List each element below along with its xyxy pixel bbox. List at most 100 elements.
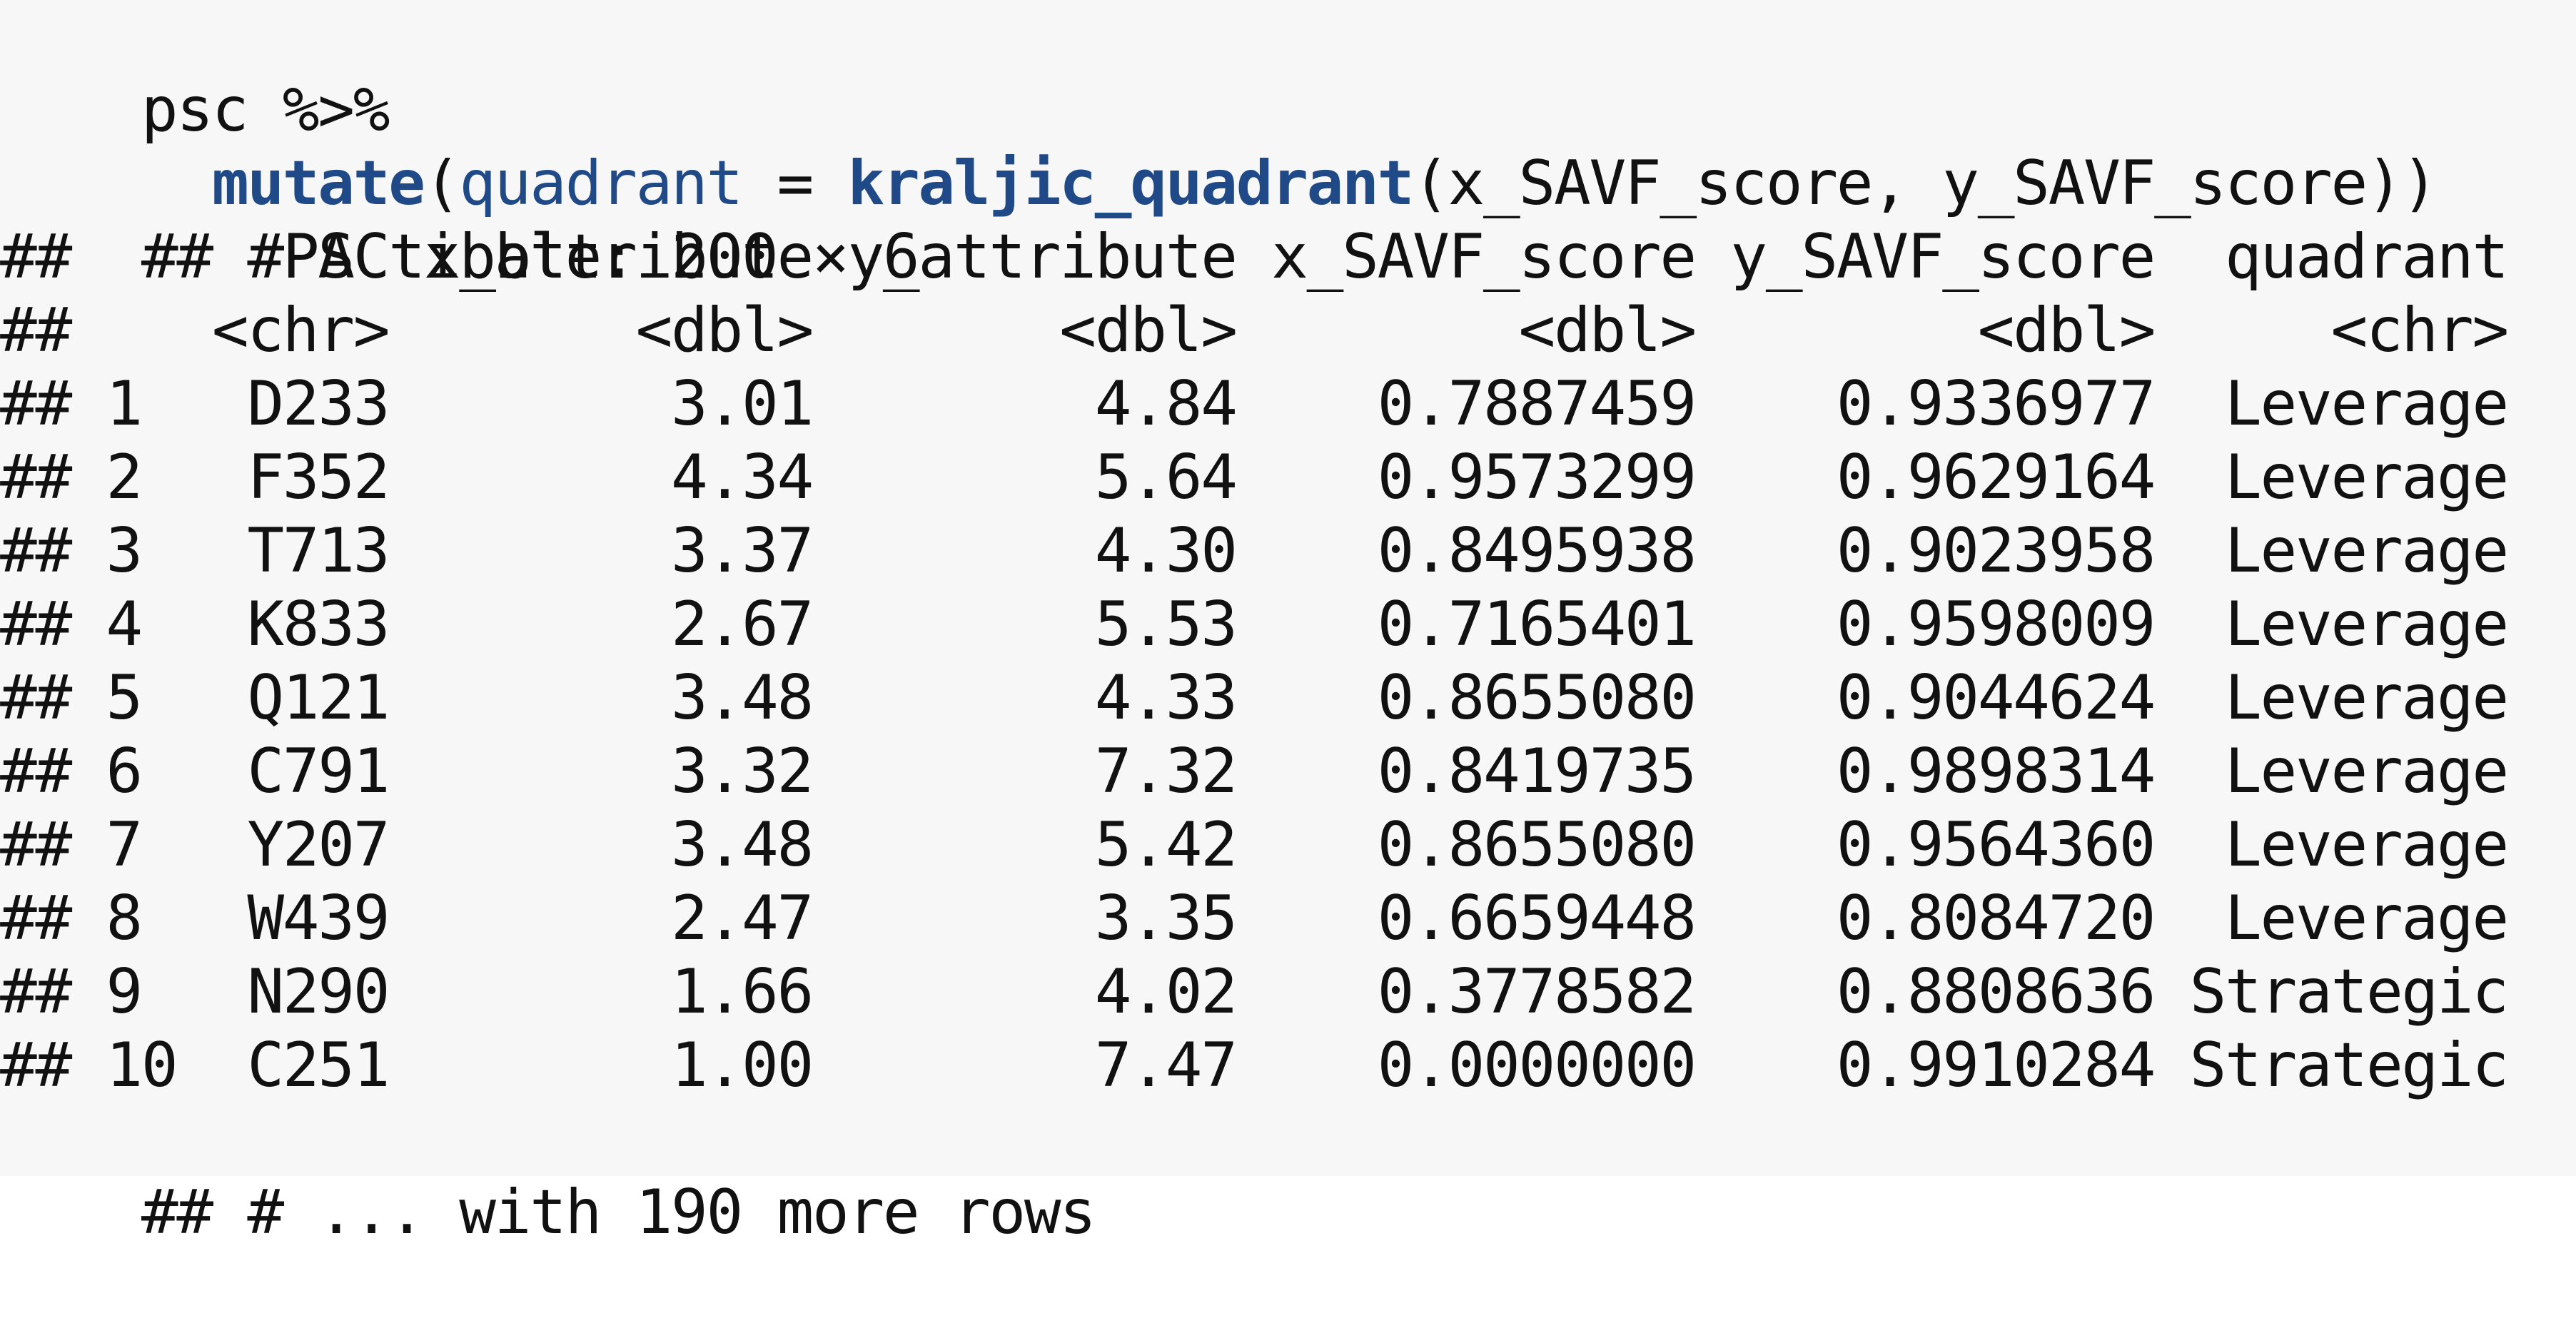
- cell-x-attribute: 1.66: [388, 956, 814, 1028]
- column-type: <dbl>: [812, 295, 1238, 366]
- cell-y-savf-score: 0.9629164: [1694, 442, 2156, 513]
- row-index: 1: [70, 368, 212, 440]
- code-line-pipe: psc %>%: [0, 0, 390, 146]
- cell-quadrant: Leverage: [2154, 589, 2509, 660]
- column-header: y_attribute: [812, 221, 1238, 293]
- output-prefix: ##: [0, 1030, 72, 1101]
- cell-x-attribute: 2.67: [388, 589, 814, 660]
- cell-y-savf-score: 0.8084720: [1694, 883, 2156, 954]
- cell-y-attribute: 4.33: [812, 662, 1238, 734]
- cell-psc: Y207: [211, 809, 390, 881]
- cell-x-savf-score: 0.7165401: [1236, 589, 1697, 660]
- row-index: 4: [70, 589, 212, 660]
- cell-quadrant: Leverage: [2154, 515, 2509, 587]
- cell-y-savf-score: 0.9898314: [1694, 736, 2156, 807]
- cell-quadrant: Leverage: [2154, 809, 2509, 881]
- function-kraljic-quadrant: kraljic_quadrant: [847, 148, 1414, 219]
- output-prefix: ##: [0, 736, 72, 807]
- table-row: ## 10 C251 1.00 7.47 0.0000000 0.9910284…: [0, 1029, 2510, 1102]
- table-row: ## 9 N290 1.66 4.02 0.3778582 0.8808636 …: [0, 956, 2510, 1029]
- cell-y-savf-score: 0.9023958: [1694, 515, 2156, 587]
- output-prefix: ##: [0, 515, 72, 587]
- cell-psc: F352: [211, 442, 390, 513]
- function-arguments: (x_SAVF_score, y_SAVF_score)): [1413, 148, 2438, 219]
- cell-y-attribute: 7.32: [812, 736, 1238, 807]
- output-prefix: ##: [0, 442, 72, 513]
- cell-psc: N290: [211, 956, 390, 1028]
- output-prefix: ##: [0, 662, 72, 734]
- cell-x-savf-score: 0.8655080: [1236, 662, 1697, 734]
- column-header: x_SAVF_score: [1236, 221, 1697, 293]
- cell-y-savf-score: 0.8808636: [1694, 956, 2156, 1028]
- row-index: 8: [70, 883, 212, 954]
- cell-y-attribute: 7.47: [812, 1030, 1238, 1101]
- cell-y-attribute: 5.64: [812, 442, 1238, 513]
- cell-psc: T713: [211, 515, 390, 587]
- table-row: ## 3 T713 3.37 4.30 0.8495938 0.9023958 …: [0, 514, 2509, 588]
- cell-x-savf-score: 0.8419735: [1236, 736, 1697, 807]
- row-index: 2: [70, 442, 212, 513]
- table-row: ## 7 Y207 3.48 5.42 0.8655080 0.9564360 …: [0, 808, 2509, 882]
- cell-psc: D233: [211, 368, 390, 440]
- cell-x-attribute: 4.34: [388, 442, 814, 513]
- code-line-mutate: mutate(quadrant = kraljic_quadrant(x_SAV…: [0, 74, 2438, 219]
- column-header: PSC: [211, 221, 390, 293]
- cell-x-attribute: 3.48: [388, 809, 814, 881]
- row-index: 7: [70, 809, 212, 881]
- table-row: ## 2 F352 4.34 5.64 0.9573299 0.9629164 …: [0, 441, 2509, 514]
- cell-y-savf-score: 0.9564360: [1694, 809, 2156, 881]
- output-prefix: ##: [0, 809, 72, 881]
- output-prefix: ##: [0, 368, 72, 440]
- cell-y-savf-score: 0.9044624: [1694, 662, 2156, 734]
- cell-y-attribute: 3.35: [812, 883, 1238, 954]
- cell-y-attribute: 4.30: [812, 515, 1238, 587]
- cell-y-attribute: 4.84: [812, 368, 1238, 440]
- row-index: 6: [70, 736, 212, 807]
- cell-y-attribute: 5.42: [812, 809, 1238, 881]
- cell-y-attribute: 4.02: [812, 956, 1238, 1028]
- column-header: x_attribute: [388, 221, 814, 293]
- table-row: ## 4 K833 2.67 5.53 0.7165401 0.9598009 …: [0, 588, 2509, 662]
- column-header-row: ## PSC x_attribute y_attribute x_SAVF_sc…: [0, 220, 2509, 294]
- cell-x-savf-score: 0.7887459: [1236, 368, 1697, 440]
- type-index-gap: [71, 295, 212, 366]
- cell-y-savf-score: 0.9598009: [1694, 589, 2156, 660]
- cell-y-attribute: 5.53: [812, 589, 1238, 660]
- cell-y-savf-score: 0.9336977: [1694, 368, 2156, 440]
- output-footer: ## # ... with 190 more rows: [0, 1102, 1096, 1248]
- column-header: y_SAVF_score: [1694, 221, 2156, 293]
- cell-quadrant: Strategic: [2154, 1030, 2510, 1101]
- cell-psc: K833: [211, 589, 390, 660]
- cell-x-attribute: 3.48: [388, 662, 814, 734]
- cell-psc: C791: [211, 736, 390, 807]
- cell-quadrant: Leverage: [2154, 442, 2509, 513]
- column-type-row: ## <chr> <dbl> <dbl> <dbl> <dbl> <chr>: [0, 294, 2509, 368]
- cell-psc: C251: [211, 1030, 390, 1101]
- cell-y-savf-score: 0.9910284: [1694, 1030, 2156, 1101]
- cell-x-savf-score: 0.6659448: [1236, 883, 1697, 954]
- output-prefix: ##: [0, 956, 72, 1028]
- output-tibble-header: ## # A tibble: 200 × 6: [0, 147, 920, 293]
- cell-x-attribute: 1.00: [388, 1030, 814, 1101]
- cell-x-savf-score: 0.9573299: [1236, 442, 1697, 513]
- row-index: 10: [70, 1030, 212, 1101]
- cell-x-attribute: 3.01: [388, 368, 814, 440]
- cell-quadrant: Strategic: [2154, 956, 2510, 1028]
- output-prefix: ##: [0, 883, 72, 954]
- output-prefix: ##: [0, 589, 72, 660]
- output-prefix: ##: [0, 221, 72, 293]
- row-index: 9: [70, 956, 212, 1028]
- table-row: ## 6 C791 3.32 7.32 0.8419735 0.9898314 …: [0, 735, 2509, 808]
- table-row: ## 1 D233 3.01 4.84 0.7887459 0.9336977 …: [0, 368, 2509, 441]
- column-type: <dbl>: [1236, 295, 1697, 366]
- cell-psc: Q121: [211, 662, 390, 734]
- output-prefix: ##: [0, 295, 72, 366]
- column-type: <dbl>: [1694, 295, 2156, 366]
- table-row: ## 5 Q121 3.48 4.33 0.8655080 0.9044624 …: [0, 662, 2509, 735]
- column-type: <chr>: [211, 295, 390, 366]
- row-index: 3: [70, 515, 212, 587]
- column-type: <dbl>: [388, 295, 814, 366]
- cell-x-savf-score: 0.8495938: [1236, 515, 1697, 587]
- column-type: <chr>: [2154, 295, 2509, 366]
- cell-psc: W439: [211, 883, 390, 954]
